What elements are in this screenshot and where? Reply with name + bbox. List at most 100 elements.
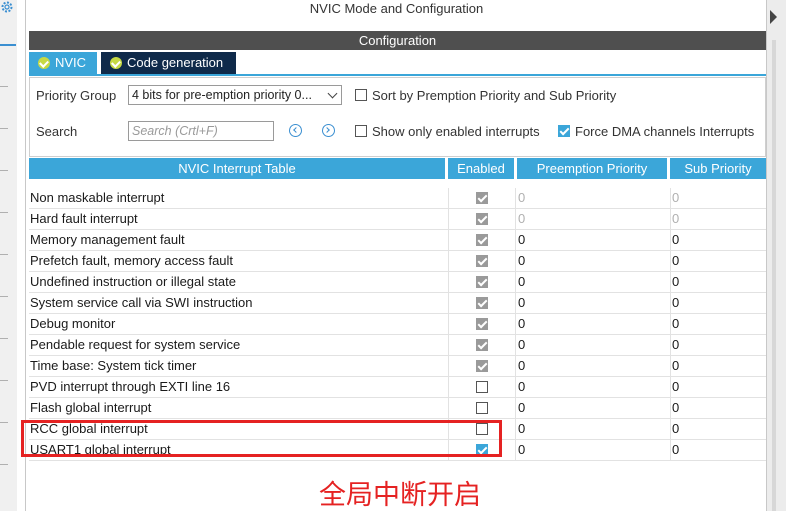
table-row[interactable]: Debug monitor 0 0 (29, 314, 766, 335)
sub-priority-cell[interactable]: 0 (670, 356, 768, 376)
scrollbar[interactable] (772, 40, 776, 511)
sub-priority-cell[interactable]: 0 (670, 398, 768, 418)
enabled-checkbox (476, 297, 488, 309)
table-row[interactable]: Time base: System tick timer 0 0 (29, 356, 766, 377)
preemption-priority-cell[interactable]: 0 (516, 230, 671, 250)
sidebar-divider (0, 464, 8, 465)
table-row[interactable]: Memory management fault 0 0 (29, 230, 766, 251)
preemption-priority-cell[interactable]: 0 (516, 251, 671, 271)
table-row[interactable]: Pendable request for system service 0 0 (29, 335, 766, 356)
enabled-checkbox (476, 234, 488, 246)
table-row[interactable]: Hard fault interrupt 0 0 (29, 209, 766, 230)
preemption-priority-cell[interactable]: 0 (516, 398, 671, 418)
sort-priority-checkbox[interactable] (355, 89, 367, 101)
preemption-priority-cell[interactable]: 0 (516, 419, 671, 439)
enabled-cell (448, 251, 516, 271)
sub-priority-cell[interactable]: 0 (670, 377, 768, 397)
table-row[interactable]: PVD interrupt through EXTI line 16 0 0 (29, 377, 766, 398)
enabled-checkbox (476, 192, 488, 204)
enabled-cell (448, 335, 516, 355)
preemption-priority-cell: 0 (516, 188, 671, 208)
tab-code-generation[interactable]: Code generation (101, 52, 236, 74)
search-previous-icon[interactable] (289, 124, 302, 137)
highlight-box (21, 420, 502, 457)
enabled-checkbox (476, 360, 488, 372)
table-row[interactable]: Prefetch fault, memory access fault 0 0 (29, 251, 766, 272)
sidebar-divider (0, 422, 8, 423)
sidebar-divider (0, 128, 8, 129)
sidebar-divider (0, 338, 8, 339)
preemption-priority-cell[interactable]: 0 (516, 272, 671, 292)
force-dma-checkbox[interactable] (558, 125, 570, 137)
sub-priority-cell[interactable]: 0 (670, 293, 768, 313)
sidebar-divider (0, 380, 8, 381)
sub-priority-cell[interactable]: 0 (670, 314, 768, 334)
sidebar-divider (0, 212, 8, 213)
chevron-down-icon (327, 88, 338, 99)
preemption-priority-cell[interactable]: 0 (516, 335, 671, 355)
priority-group-value: 4 bits for pre-emption priority 0... (132, 88, 312, 102)
sub-priority-cell[interactable]: 0 (670, 251, 768, 271)
sidebar-active-indicator (0, 44, 16, 46)
sidebar-divider (0, 170, 8, 171)
preemption-priority-cell[interactable]: 0 (516, 356, 671, 376)
sidebar-divider (0, 254, 8, 255)
interrupt-name: Time base: System tick timer (30, 358, 197, 373)
annotation-text: 全局中断开启 (319, 480, 481, 511)
preemption-priority-cell[interactable]: 0 (516, 440, 671, 460)
preemption-priority-cell[interactable]: 0 (516, 293, 671, 313)
preemption-priority-cell[interactable]: 0 (516, 314, 671, 334)
force-dma-label: Force DMA channels Interrupts (575, 124, 755, 139)
interrupt-name: Hard fault interrupt (30, 211, 138, 226)
enabled-cell (448, 377, 516, 397)
sort-priority-label: Sort by Premption Priority and Sub Prior… (372, 88, 617, 103)
sub-priority-cell[interactable]: 0 (670, 230, 768, 250)
nvic-config-panel: NVIC Mode and Configuration Configuratio… (21, 0, 767, 511)
enabled-checkbox (476, 339, 488, 351)
column-header-sub-priority[interactable]: Sub Priority (670, 158, 766, 179)
enabled-cell (448, 314, 516, 334)
window-title: NVIC Mode and Configuration (309, 1, 484, 16)
preemption-priority-cell[interactable]: 0 (516, 377, 671, 397)
interrupt-name: Prefetch fault, memory access fault (30, 253, 234, 268)
preemption-priority-cell: 0 (516, 209, 671, 229)
column-header-preemption[interactable]: Preemption Priority (517, 158, 667, 179)
table-row[interactable]: Undefined instruction or illegal state 0 0 (29, 272, 766, 293)
enabled-checkbox[interactable] (476, 381, 488, 393)
interrupt-name: PVD interrupt through EXTI line 16 (30, 379, 231, 394)
interrupt-name: Pendable request for system service (30, 337, 241, 352)
nvic-interrupt-table: NVIC Interrupt Table Enabled Preemption … (29, 158, 766, 461)
enabled-cell (448, 230, 516, 250)
sub-priority-cell[interactable]: 0 (670, 335, 768, 355)
sub-priority-cell: 0 (672, 190, 680, 205)
search-next-icon[interactable] (322, 124, 335, 137)
show-enabled-checkbox[interactable] (355, 125, 367, 137)
interrupt-name: System service call via SWI instruction (30, 295, 253, 310)
tab-nvic[interactable]: NVIC (29, 52, 97, 74)
check-circle-icon (38, 57, 50, 69)
table-row[interactable]: Flash global interrupt 0 0 (29, 398, 766, 419)
table-row[interactable]: Non maskable interrupt 0 0 (29, 188, 766, 209)
search-input[interactable] (128, 121, 274, 141)
priority-group-label: Priority Group (36, 88, 117, 103)
show-enabled-label: Show only enabled interrupts (372, 124, 540, 139)
enabled-checkbox (476, 276, 488, 288)
sub-priority-cell: 0 (672, 211, 680, 226)
gear-icon[interactable] (0, 0, 14, 14)
table-header: NVIC Interrupt Table Enabled Preemption … (29, 158, 766, 179)
sub-priority-cell[interactable]: 0 (670, 440, 768, 460)
priority-group-select[interactable]: 4 bits for pre-emption priority 0... (128, 85, 342, 105)
enabled-checkbox (476, 318, 488, 330)
table-row[interactable]: System service call via SWI instruction 0… (29, 293, 766, 314)
right-scroll-strip (766, 0, 786, 511)
sub-priority-cell[interactable]: 0 (670, 419, 768, 439)
tab-code-generation-label: Code generation (127, 55, 224, 70)
check-circle-icon (110, 57, 122, 69)
interrupt-name: Memory management fault (30, 232, 185, 247)
collapse-arrow-icon[interactable] (770, 10, 777, 24)
column-header-name[interactable]: NVIC Interrupt Table (29, 158, 445, 179)
column-header-enabled[interactable]: Enabled (448, 158, 514, 179)
sidebar-divider (0, 296, 8, 297)
enabled-checkbox[interactable] (476, 402, 488, 414)
sub-priority-cell[interactable]: 0 (670, 272, 768, 292)
